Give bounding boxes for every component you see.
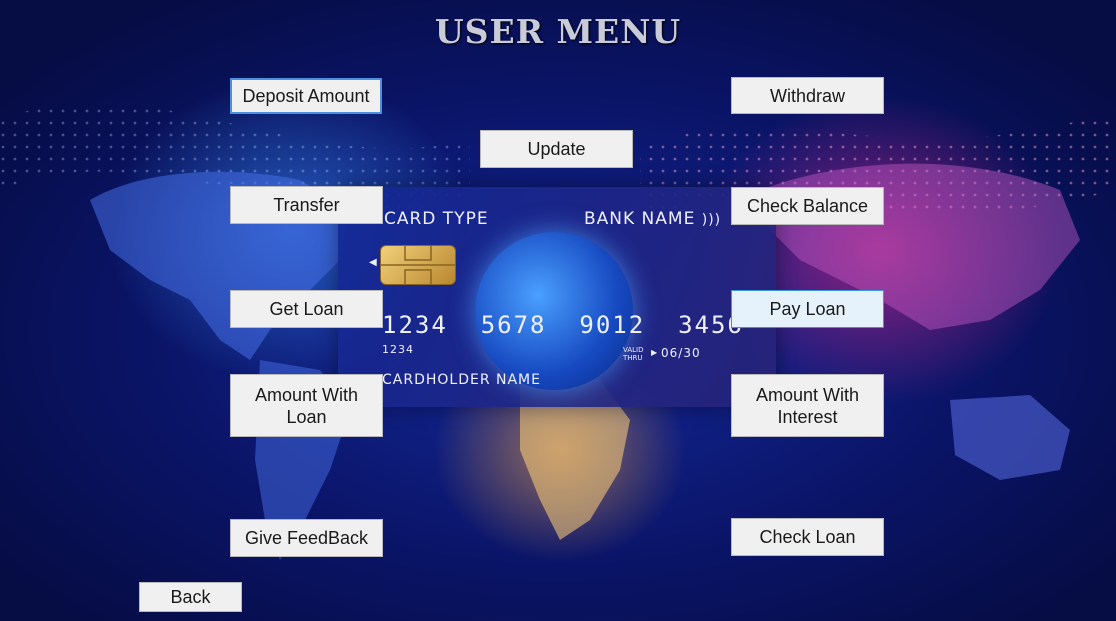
bank-name-label: BANK NAME ))) — [584, 209, 721, 229]
chip-arrow-icon: ◀ — [369, 257, 378, 268]
withdraw-button[interactable]: Withdraw — [731, 77, 884, 114]
check-balance-button[interactable]: Check Balance — [731, 187, 884, 225]
update-button[interactable]: Update — [480, 130, 633, 168]
valid-thru-date: 06/30 — [661, 346, 701, 360]
amount-with-interest-button[interactable]: Amount With Interest — [731, 374, 884, 437]
deposit-amount-button[interactable]: Deposit Amount — [230, 78, 382, 114]
pay-loan-button[interactable]: Pay Loan — [731, 290, 884, 328]
card-type-label: CARD TYPE — [384, 209, 489, 229]
get-loan-button[interactable]: Get Loan — [230, 290, 383, 328]
amount-with-loan-button[interactable]: Amount With Loan — [230, 374, 383, 437]
cardholder-name: CARDHOLDER NAME — [382, 372, 541, 388]
contactless-icon: ))) — [701, 212, 722, 228]
card-number: 1234 5678 9012 3456 — [382, 311, 744, 339]
valid-arrow-icon: ▶ — [651, 348, 659, 357]
bank-name-text: BANK NAME — [584, 209, 696, 229]
check-loan-button[interactable]: Check Loan — [731, 518, 884, 556]
chip-icon — [380, 245, 456, 285]
credit-card-image: CARD TYPE BANK NAME ))) ◀ 1234 5678 9012… — [338, 187, 776, 407]
page-title: USER MENU — [434, 12, 682, 51]
transfer-button[interactable]: Transfer — [230, 186, 383, 224]
give-feedback-button[interactable]: Give FeedBack — [230, 519, 383, 557]
valid-thru-label: VALID THRU — [623, 346, 644, 362]
back-button[interactable]: Back — [139, 582, 242, 612]
card-small-number: 1234 — [382, 343, 414, 356]
